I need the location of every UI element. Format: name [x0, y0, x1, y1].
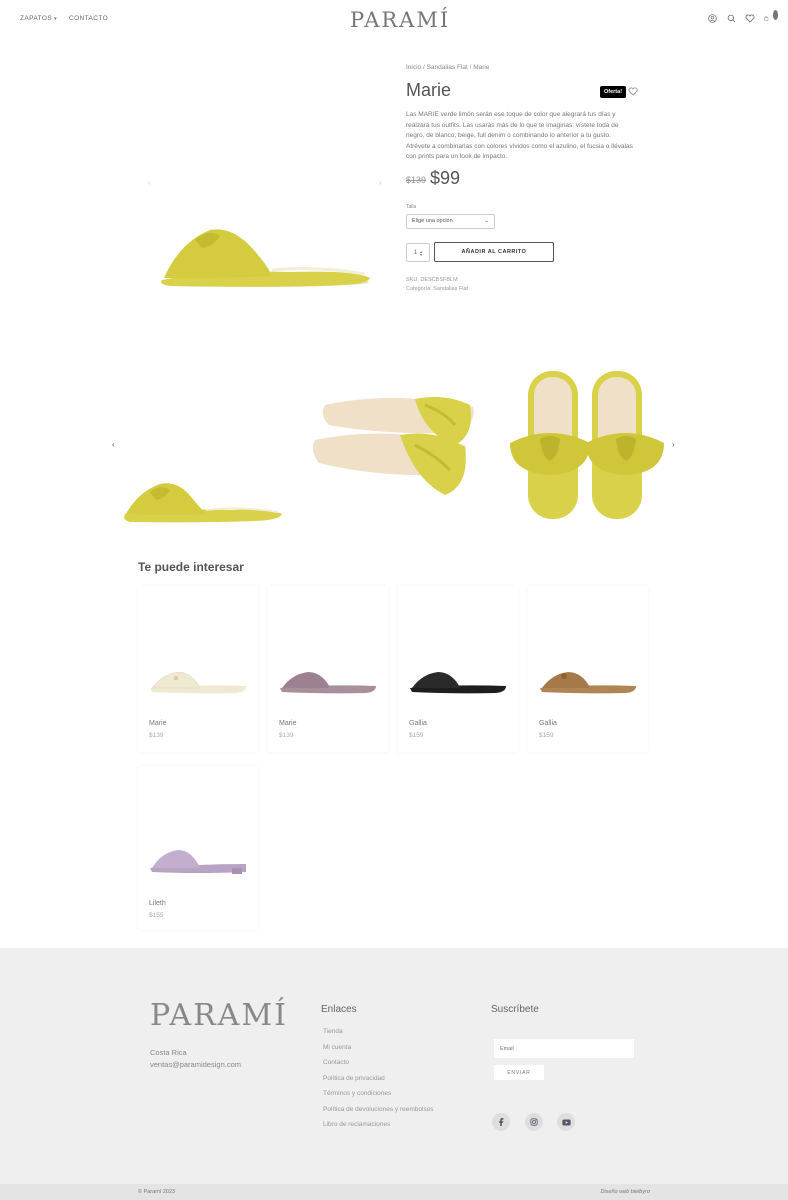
site-header: ZAPATOS ▾ CONTACTO PARAMÍ 0 [0, 0, 788, 40]
product-card-price: $139 [279, 732, 294, 739]
product-card-price: $159 [409, 732, 424, 739]
add-to-cart-button[interactable]: AÑADIR AL CARRITO [434, 242, 554, 262]
old-price: $139 [406, 175, 427, 185]
product-card-price: $159 [539, 732, 554, 739]
product-main-image[interactable] [140, 170, 390, 300]
product-description: Las MARIE verde limón serán ese toque de… [406, 111, 633, 161]
site-logo[interactable]: PARAMÍ [350, 8, 450, 32]
designer-credit[interactable]: Diseño web bielbyro [600, 1189, 650, 1195]
heart-icon[interactable] [745, 13, 755, 23]
product-title: Marie [406, 80, 452, 100]
related-title: Te puede interesar [138, 560, 244, 574]
breadcrumb[interactable]: Inicio / Sandalias Flat / Marie [406, 64, 489, 71]
copyright: © Paramí 2023 [138, 1189, 176, 1195]
product-card[interactable]: Lileth $155 [138, 766, 258, 930]
nav-item-contacto[interactable]: CONTACTO [69, 15, 108, 22]
product-card-name: Lileth [149, 900, 166, 907]
quantity-stepper[interactable]: 1 ▴ ▾ [406, 243, 430, 262]
size-label: Talla [406, 204, 417, 210]
size-select[interactable]: Elige una opción ⌄ [406, 214, 495, 229]
product-card-price: $155 [149, 912, 164, 919]
gallery-image-pair[interactable] [305, 385, 485, 505]
gallery-image-side[interactable] [120, 470, 285, 530]
product-thumbnail [150, 671, 246, 694]
product-card[interactable]: Gallia $159 [398, 586, 518, 752]
nav-item-zapatos[interactable]: ZAPATOS ▾ [20, 15, 57, 22]
footer-bottom-bar: © Paramí 2023 Diseño web bielbyro [0, 1184, 788, 1200]
product-sku: SKU: DESCBSFBLM [406, 277, 458, 283]
product-card[interactable]: Gallia $159 [528, 586, 648, 752]
gallery-image-top[interactable] [500, 365, 670, 525]
footer-link[interactable]: Términos y condiciones [323, 1090, 434, 1106]
footer-link[interactable]: Contacto [323, 1059, 434, 1075]
youtube-icon[interactable] [557, 1113, 575, 1131]
subscribe-title: Suscríbete [491, 1004, 539, 1015]
user-icon[interactable] [707, 13, 717, 23]
cart-icon[interactable]: 0 [764, 10, 778, 23]
footer-links-title: Enlaces [321, 1004, 357, 1015]
sale-badge: Oferta! [600, 86, 627, 98]
footer-location: Costa Rica [150, 1048, 187, 1057]
product-thumbnail [540, 672, 636, 694]
stepper-arrows-icon[interactable]: ▴ ▾ [420, 249, 422, 256]
product-thumbnail [410, 672, 506, 694]
footer-link[interactable]: Tienda [323, 1028, 434, 1044]
product-card[interactable]: Marie $139 [138, 586, 258, 752]
footer-link[interactable]: Mi cuenta [323, 1044, 434, 1060]
wishlist-heart-icon[interactable] [628, 87, 638, 98]
gallery-prev-icon[interactable]: ‹ [112, 440, 115, 449]
product-card-name: Gallia [409, 720, 427, 727]
subscribe-send-button[interactable]: ENVIAR [494, 1065, 544, 1080]
footer-links: Tienda Mi cuenta Contacto Política de pr… [323, 1028, 434, 1137]
product-thumbnail [280, 672, 376, 694]
footer-email[interactable]: ventas@paramidesign.com [150, 1060, 241, 1069]
instagram-icon[interactable] [525, 1113, 543, 1131]
footer-link[interactable]: Libro de reclamaciones [323, 1121, 434, 1137]
product-card-name: Marie [149, 720, 167, 727]
facebook-icon[interactable] [492, 1113, 510, 1131]
current-price: $99 [430, 168, 461, 188]
product-thumbnail [150, 850, 246, 874]
subscribe-email-input[interactable] [494, 1039, 634, 1058]
product-card-name: Marie [279, 720, 297, 727]
footer-logo[interactable]: PARAMÍ [150, 998, 288, 1033]
chevron-down-icon: ⌄ [484, 218, 489, 224]
header-actions: 0 [707, 10, 778, 23]
product-card-price: $139 [149, 732, 164, 739]
chevron-down-icon: ▾ [54, 15, 57, 22]
footer-link[interactable]: Política de privacidad [323, 1075, 434, 1091]
main-nav: ZAPATOS ▾ CONTACTO [20, 15, 108, 22]
product-category[interactable]: Categoría: Sandalias Flat [406, 286, 468, 292]
site-footer: PARAMÍ Costa Rica ventas@paramidesign.co… [0, 948, 788, 1184]
footer-link[interactable]: Política de devoluciones y reembolsos [323, 1106, 434, 1122]
gallery-next-icon[interactable]: › [672, 440, 675, 449]
cart-count-badge: 0 [772, 10, 778, 20]
product-card-name: Gallia [539, 720, 557, 727]
product-card[interactable]: Marie $139 [268, 586, 388, 752]
search-icon[interactable] [726, 13, 736, 23]
